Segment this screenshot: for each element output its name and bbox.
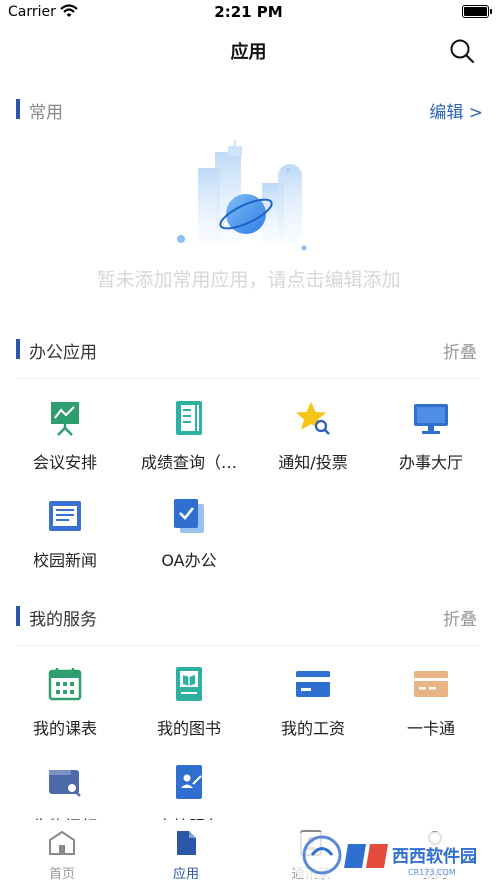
page-title: 应用 [230,42,267,63]
app-label: 校园新闻 [32,551,97,570]
edit-button[interactable]: 编辑 > [429,98,483,123]
card-icon [296,671,330,697]
section-marker [16,339,20,359]
home-icon [49,830,75,855]
services-collapse-button[interactable]: 折叠 [443,605,477,630]
service-books[interactable]: 我的图书 [127,666,251,756]
office-collapse-button[interactable]: 折叠 [443,338,477,363]
watermark-text: 西西软件园 [392,846,477,867]
app-service-hall[interactable]: 办事大厅 [369,400,493,490]
apps-icon [177,831,196,855]
calendar-icon [48,668,82,701]
section-marker [16,99,20,119]
service-timetable[interactable]: 我的课表 [3,666,127,756]
search-icon[interactable] [449,38,475,64]
app-label: 通知/投票 [278,453,348,472]
app-label: OA办公 [161,551,217,570]
services-section-title: 我的服务 [29,610,97,630]
monitor-icon [414,404,448,434]
check-document-icon [174,499,204,533]
tab-label: 首页 [48,867,75,882]
status-bar: Carrier 2:21 PM [0,0,497,26]
common-section-header: 常用 编辑 > [0,94,497,124]
service-label: 一卡通 [406,719,455,738]
star-notice-icon [296,402,330,435]
app-label: 办事大厅 [398,453,463,472]
divider [16,378,480,379]
status-time: 2:21 PM [214,3,283,21]
tab-home[interactable]: 首页 [0,830,124,882]
campus-card-icon [414,671,448,697]
app-meeting[interactable]: 会议安排 [3,400,127,490]
service-label: 我的课表 [32,719,97,738]
divider [16,645,480,646]
service-label: 我的工资 [280,719,345,738]
tab-apps[interactable]: 应用 [124,830,248,882]
book-icon [176,667,202,701]
nav-bar: 应用 [0,26,497,74]
meeting-board-icon [51,402,79,436]
app-notice-vote[interactable]: 通知/投票 [251,400,375,490]
empty-state-illustration [177,140,307,251]
service-campus-card[interactable]: 一卡通 [369,666,493,756]
office-section-header: 办公应用 折叠 [0,334,497,364]
empty-state-text: 暂未添加常用应用，请点击编辑添加 [96,269,401,291]
tab-label: 应用 [172,867,199,882]
leave-school-icon [176,765,202,799]
wallet-search-icon [49,770,81,797]
service-label: 我的图书 [156,719,221,738]
watermark-logo: 西西软件园 CR173.COM [296,832,492,878]
app-label: 成绩查询（… [140,453,237,472]
app-campus-news[interactable]: 校园新闻 [3,498,127,588]
section-marker [16,606,20,626]
office-section-title: 办公应用 [29,343,97,363]
app-oa-office[interactable]: OA办公 [127,498,251,588]
common-section-title: 常用 [29,103,63,123]
services-section-header: 我的服务 折叠 [0,601,497,631]
app-label: 会议安排 [32,453,97,472]
app-grades[interactable]: 成绩查询（… [127,400,251,490]
battery-icon [462,5,492,18]
newspaper-icon [49,501,81,531]
watermark-subtext: CR173.COM [408,868,456,877]
grade-report-icon [176,401,202,435]
service-salary[interactable]: 我的工资 [251,666,375,756]
